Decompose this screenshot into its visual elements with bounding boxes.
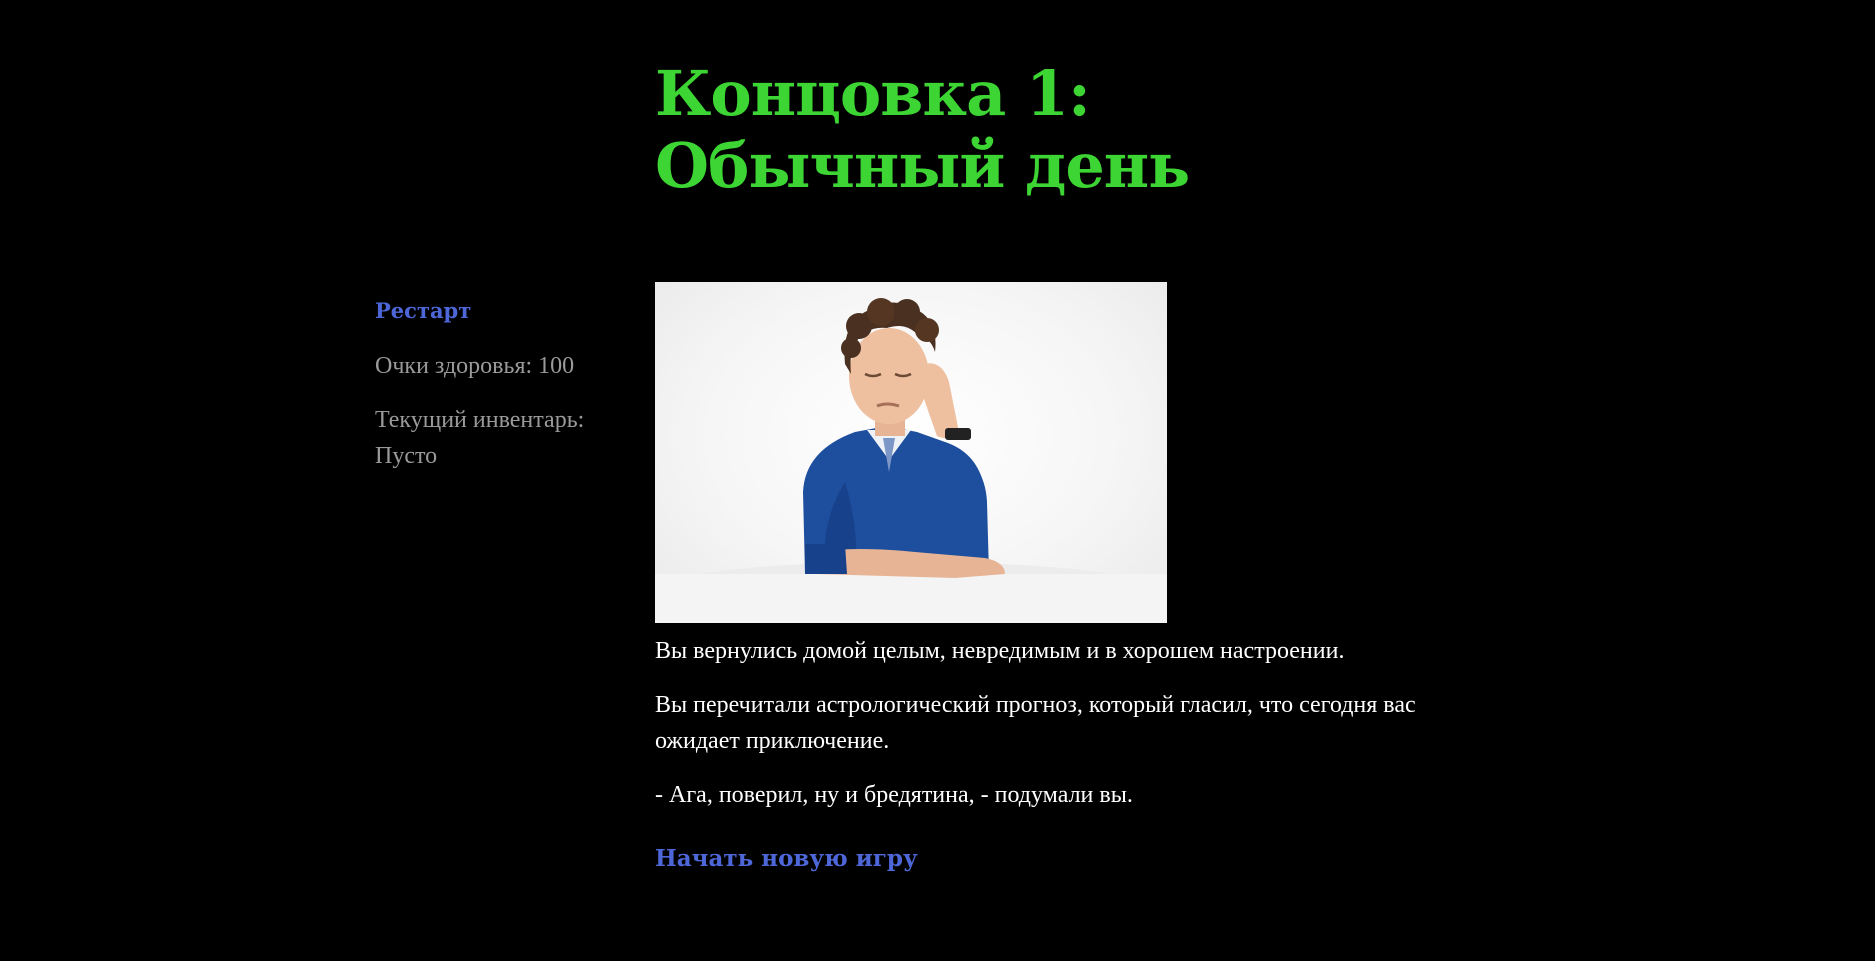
inventory-label: Текущий инвентарь: — [375, 407, 585, 433]
story-illustration — [655, 282, 1167, 623]
inventory: Текущий инвентарь: Пусто — [375, 402, 625, 474]
inventory-value: Пусто — [375, 443, 438, 469]
title-line-2: Обычный день — [655, 129, 1190, 202]
sidebar: Рестарт Очки здоровья: 100 Текущий инвен… — [375, 296, 625, 474]
story-paragraph: Вы перечитали астрологический прогноз, к… — [655, 692, 1416, 754]
restart-link[interactable]: Рестарт — [375, 296, 625, 326]
page-title: Концовка 1: Обычный день — [655, 58, 1455, 202]
story-paragraph: - Ага, поверил, ну и бредятина, - подума… — [655, 782, 1133, 808]
story-paragraph: Вы вернулись домой целым, невредимым и в… — [655, 638, 1345, 664]
health-points: Очки здоровья: 100 — [375, 353, 575, 379]
story-panel: Вы вернулись домой целым, невредимым и в… — [655, 282, 1475, 875]
new-game-link[interactable]: Начать новую игру — [655, 843, 918, 875]
bored-man-picture — [655, 298, 1167, 623]
title-line-1: Концовка 1: — [655, 57, 1091, 130]
game-page: Концовка 1: Обычный день Рестарт Очки зд… — [0, 0, 1875, 961]
